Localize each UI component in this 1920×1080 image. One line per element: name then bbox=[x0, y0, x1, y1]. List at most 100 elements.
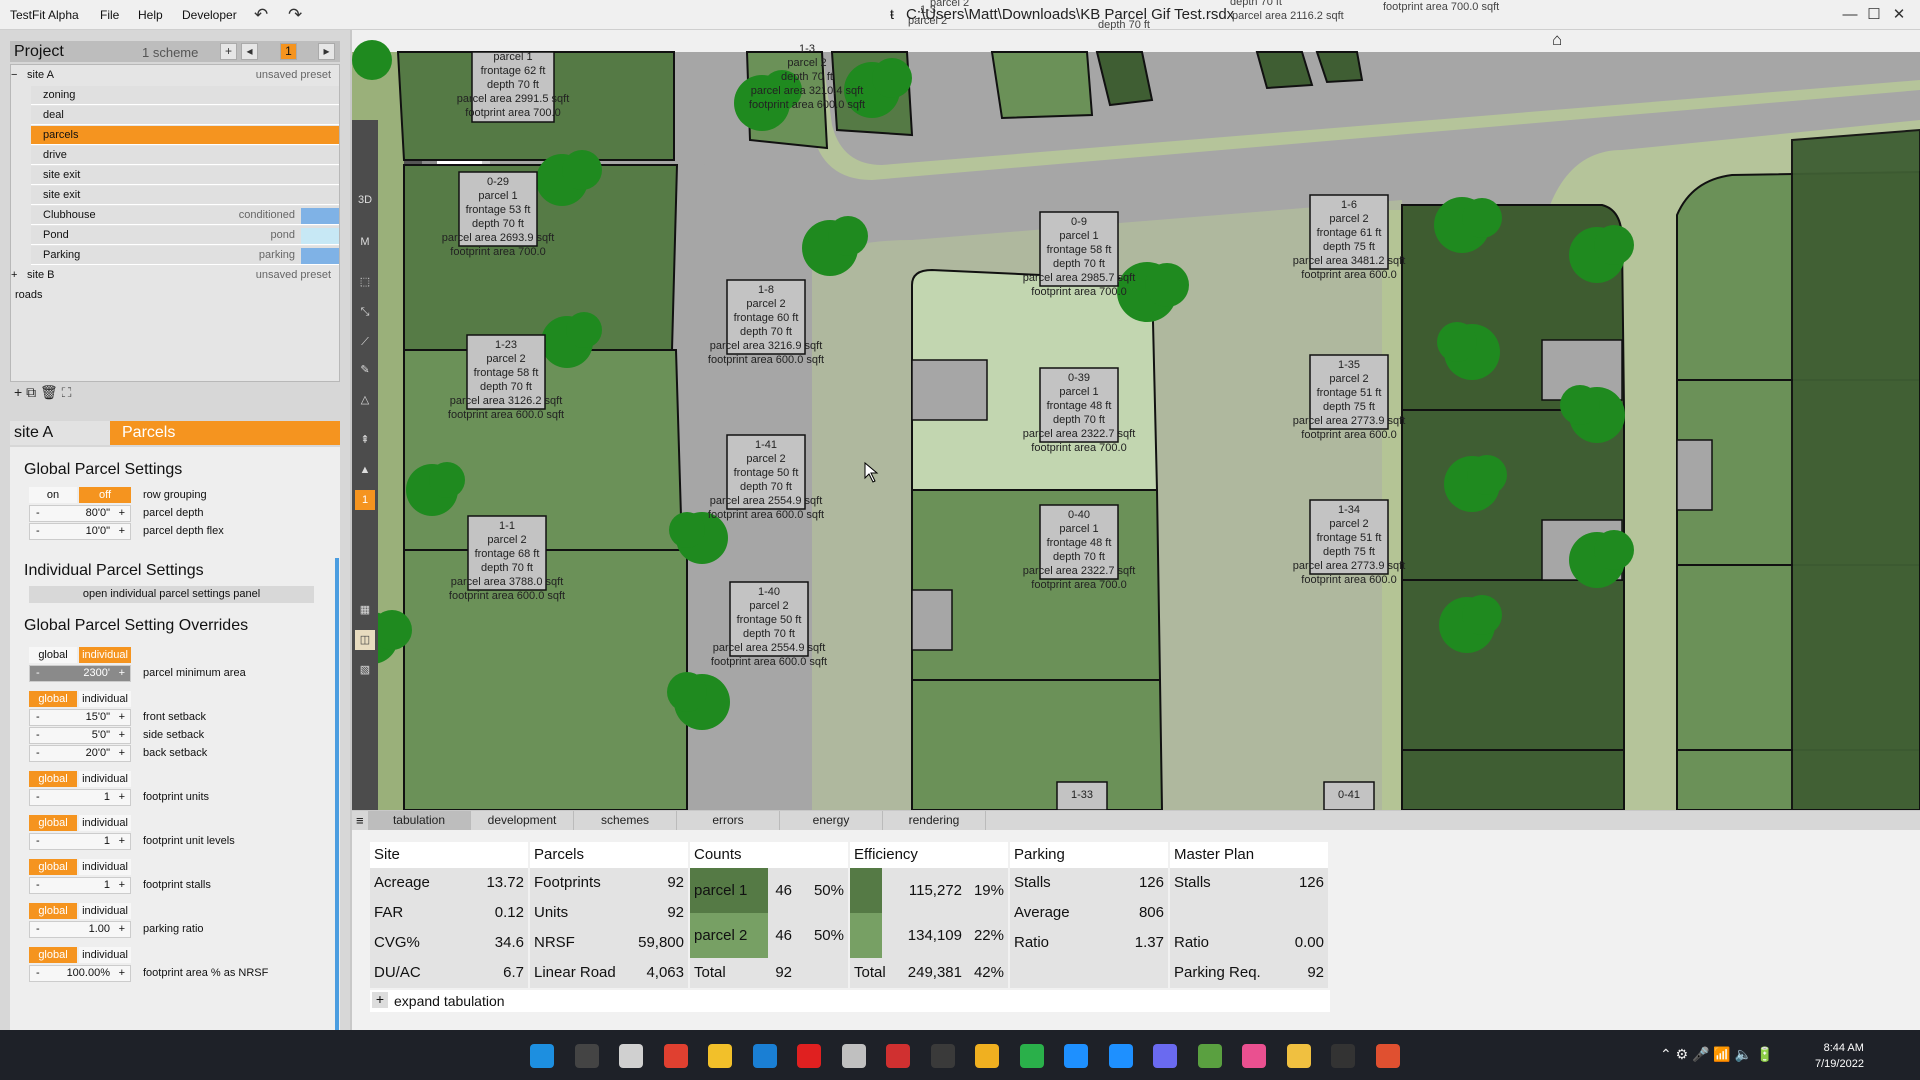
minus-button[interactable]: - bbox=[36, 729, 40, 741]
stepper-value[interactable]: 20'0" bbox=[86, 747, 110, 759]
toggle-individual[interactable]: individual bbox=[79, 947, 131, 963]
plus-button[interactable]: + bbox=[119, 711, 125, 723]
discord-icon[interactable] bbox=[1153, 1044, 1177, 1068]
global-individual-toggle[interactable]: global individual bbox=[29, 859, 131, 875]
plus-button[interactable]: + bbox=[119, 525, 125, 537]
toggle-individual[interactable]: individual bbox=[79, 691, 131, 707]
plus-button[interactable]: + bbox=[119, 729, 125, 741]
task-view-icon[interactable] bbox=[619, 1044, 643, 1068]
davinci-icon[interactable] bbox=[930, 1044, 955, 1068]
app-icon[interactable] bbox=[1375, 1044, 1400, 1068]
acrobat-icon[interactable] bbox=[886, 1044, 910, 1068]
3d-view-button[interactable]: 3D bbox=[355, 190, 375, 210]
menu-icon[interactable]: ≡ bbox=[356, 811, 364, 830]
color-swatch[interactable] bbox=[301, 248, 339, 264]
shape-tool-icon[interactable]: △ bbox=[355, 390, 375, 410]
tree-item[interactable]: site B + unsaved preset bbox=[11, 266, 339, 285]
tree-toolbar[interactable]: + ⧉ 🗑 ⛶ bbox=[14, 384, 71, 401]
toggle-individual[interactable]: individual bbox=[79, 815, 131, 831]
prev-scheme-button[interactable]: ◂ bbox=[241, 43, 258, 60]
minus-button[interactable]: - bbox=[36, 879, 40, 891]
tab-schemes[interactable]: schemes bbox=[574, 811, 677, 830]
search-icon[interactable] bbox=[574, 1044, 599, 1068]
tree-item[interactable]: site A − unsaved preset bbox=[11, 66, 339, 85]
global-individual-toggle[interactable]: global individual bbox=[29, 771, 131, 787]
tab-rendering[interactable]: rendering bbox=[883, 811, 986, 830]
toggle-global[interactable]: global bbox=[29, 691, 77, 707]
toggle-global[interactable]: global bbox=[29, 859, 77, 875]
footprint-units-stepper[interactable]: - 1 + bbox=[29, 789, 131, 806]
clock[interactable]: 8:44 AM 7/19/2022 bbox=[1815, 1040, 1864, 1072]
app-icon[interactable] bbox=[1197, 1044, 1222, 1068]
plus-button[interactable]: + bbox=[119, 667, 125, 679]
toggle-global[interactable]: global bbox=[29, 903, 77, 919]
level-number[interactable]: 1 bbox=[355, 490, 375, 510]
panel-site[interactable]: site A bbox=[14, 424, 53, 442]
tab-tabulation[interactable]: tabulation bbox=[368, 811, 471, 830]
tab-errors[interactable]: errors bbox=[677, 811, 780, 830]
footprint-unit-levels-stepper[interactable]: - 1 + bbox=[29, 833, 131, 850]
edge-icon[interactable] bbox=[752, 1044, 777, 1068]
tab-development[interactable]: development bbox=[471, 811, 574, 830]
minus-button[interactable]: - bbox=[36, 747, 40, 759]
testfit-icon[interactable] bbox=[1108, 1044, 1133, 1068]
minus-button[interactable]: - bbox=[36, 525, 40, 537]
front-setback-stepper[interactable]: - 15'0" + bbox=[29, 709, 131, 726]
tree-item[interactable]: drive bbox=[31, 146, 339, 165]
stepper-value[interactable]: 1.00 bbox=[89, 923, 110, 935]
plus-button[interactable]: + bbox=[119, 747, 125, 759]
maximize-button[interactable]: ☐ bbox=[1864, 5, 1884, 25]
plus-button[interactable]: + bbox=[119, 791, 125, 803]
parking-ratio-stepper[interactable]: - 1.00 + bbox=[29, 921, 131, 938]
open-individual-panel-button[interactable]: open individual parcel settings panel bbox=[29, 586, 314, 603]
plus-button[interactable]: + bbox=[119, 507, 125, 519]
settings-scrollbar[interactable] bbox=[335, 558, 339, 1048]
menu-help[interactable]: Help bbox=[138, 8, 163, 22]
layout-tool-icon[interactable]: ▦ bbox=[355, 600, 375, 620]
tree-item[interactable]: deal bbox=[31, 106, 339, 125]
power-bi-icon[interactable] bbox=[975, 1044, 999, 1068]
next-scheme-button[interactable]: ▸ bbox=[318, 43, 335, 60]
tree-item[interactable]: roads bbox=[13, 286, 339, 305]
redo-icon[interactable]: ↷ bbox=[288, 5, 302, 25]
toggle-global[interactable]: global bbox=[29, 771, 77, 787]
stepper-value[interactable]: 2300' bbox=[83, 667, 110, 679]
toggle-individual[interactable]: individual bbox=[79, 859, 131, 875]
app-icon[interactable] bbox=[1019, 1044, 1044, 1068]
site-plan-map[interactable]: parcel 1 frontage 62 ft depth 70 ft parcel … bbox=[352, 30, 1920, 810]
minus-button[interactable]: - bbox=[36, 967, 40, 979]
expand-tabulation-button[interactable]: + expand tabulation bbox=[370, 990, 1330, 1012]
stepper-value[interactable]: 5'0" bbox=[92, 729, 110, 741]
tree-item[interactable]: Parking parking bbox=[31, 246, 339, 265]
close-button[interactable]: ✕ bbox=[1889, 5, 1909, 25]
toggle-on[interactable]: on bbox=[29, 487, 77, 503]
pen-tool-icon[interactable]: ✎ bbox=[355, 360, 375, 380]
plus-button[interactable]: + bbox=[119, 923, 125, 935]
menu-developer[interactable]: Developer bbox=[182, 8, 237, 22]
testfit-icon[interactable] bbox=[1064, 1044, 1088, 1068]
stepper-value[interactable]: 1 bbox=[104, 879, 110, 891]
minus-button[interactable]: - bbox=[36, 923, 40, 935]
map-mode-button[interactable]: M bbox=[355, 232, 375, 252]
side-setback-stepper[interactable]: - 5'0" + bbox=[29, 727, 131, 744]
app-icon[interactable] bbox=[1286, 1044, 1311, 1068]
color-swatch[interactable] bbox=[301, 208, 339, 224]
tree-item[interactable]: zoning bbox=[31, 86, 339, 105]
global-individual-toggle[interactable]: global individual bbox=[29, 691, 131, 707]
plus-button[interactable]: + bbox=[119, 967, 125, 979]
tree-item[interactable]: parcels bbox=[31, 126, 339, 145]
tree-item[interactable]: site exit bbox=[31, 186, 339, 205]
toggle-global[interactable]: global bbox=[29, 815, 77, 831]
minimize-button[interactable]: — bbox=[1840, 5, 1860, 25]
global-individual-toggle[interactable]: global individual bbox=[29, 947, 131, 963]
select-tool-icon[interactable]: ⬚ bbox=[355, 272, 375, 292]
minus-button[interactable]: - bbox=[36, 791, 40, 803]
stepper-value[interactable]: 100.00% bbox=[67, 967, 110, 979]
system-tray[interactable]: ⌃ ⚙ 🎤 📶 🔈 🔋 bbox=[1660, 1046, 1773, 1063]
stepper-value[interactable]: 1 bbox=[104, 835, 110, 847]
ruler-tool-icon[interactable]: ⟋ bbox=[355, 332, 375, 352]
minus-button[interactable]: - bbox=[36, 507, 40, 519]
expand-label[interactable]: expand tabulation bbox=[394, 993, 505, 1009]
toggle-individual[interactable]: individual bbox=[79, 647, 131, 663]
up-level-icon[interactable]: ▲ bbox=[355, 460, 375, 480]
